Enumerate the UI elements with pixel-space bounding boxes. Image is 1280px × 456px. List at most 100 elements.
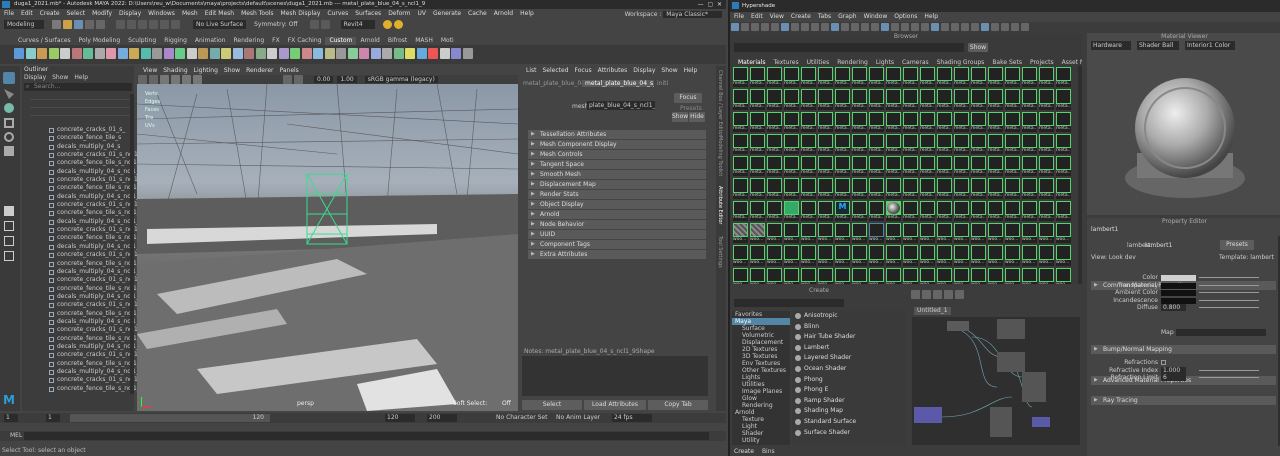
frame-icon[interactable] — [933, 289, 942, 299]
material-swatch[interactable]: meta... — [886, 111, 901, 132]
material-swatch[interactable]: meta... — [903, 89, 918, 110]
create-tree-item[interactable]: Utilities — [732, 381, 790, 388]
menu-mesh-tools[interactable]: Mesh Tools — [241, 10, 273, 17]
color-swatch[interactable] — [1161, 297, 1196, 304]
hypershade-tool-0-icon[interactable] — [731, 23, 739, 31]
material-swatch[interactable]: woo... — [886, 267, 901, 284]
shelf-tab-10[interactable]: Bifrost — [384, 37, 411, 45]
material-swatch[interactable]: woo... — [852, 223, 867, 244]
hypershade-tool-28-icon[interactable] — [1011, 23, 1019, 31]
shader-node-item[interactable]: Surface Shader — [792, 428, 906, 439]
shader-node-item[interactable]: Phong E — [792, 385, 906, 396]
shelf-tool-3-icon[interactable] — [48, 48, 59, 59]
shader-node-item[interactable]: Hair Tube Shader — [792, 332, 906, 343]
menu-deform[interactable]: Deform — [388, 10, 410, 17]
ae-menu-list[interactable]: List — [526, 66, 537, 75]
shadows-icon[interactable] — [193, 75, 202, 84]
browser-show-button[interactable]: Show — [968, 43, 988, 52]
hypershade-tool-12-icon[interactable] — [851, 23, 859, 31]
browser-scrollbar[interactable] — [1078, 66, 1082, 284]
material-swatch[interactable]: meta... — [750, 156, 765, 177]
material-swatch[interactable]: meta... — [886, 67, 901, 88]
material-swatch[interactable]: meta... — [988, 200, 1003, 222]
shader-node-item[interactable]: Shading Map — [792, 406, 906, 417]
shelf-tab-11[interactable]: MASH — [411, 37, 437, 45]
material-swatch[interactable]: meta... — [784, 133, 799, 155]
material-swatch[interactable]: meta... — [954, 111, 969, 132]
snap-grid-icon[interactable] — [149, 20, 158, 29]
prop-presets-button[interactable]: Presets — [1220, 240, 1254, 250]
material-swatch[interactable]: woo... — [903, 267, 918, 284]
anim-layer-dropdown[interactable]: No Anim Layer — [556, 414, 600, 422]
shelf-tool-0-icon[interactable] — [14, 48, 24, 59]
material-swatch[interactable]: meta... — [869, 111, 884, 132]
material-swatch[interactable]: woo... — [818, 223, 833, 244]
list-item[interactable]: decals_multiply_04_s_ncl1_3 — [22, 218, 143, 226]
create-tree-item[interactable]: Maya — [732, 318, 790, 325]
menu-generate[interactable]: Generate — [433, 10, 461, 17]
ae-section[interactable]: Arnold — [528, 210, 706, 219]
layout-icon[interactable] — [922, 289, 931, 299]
create-tree-item[interactable]: Env Textures — [732, 360, 790, 367]
material-swatch[interactable]: meta... — [1056, 200, 1071, 222]
list-item[interactable]: concrete_fence_tile_s — [22, 134, 134, 142]
viewport-menu-show[interactable]: Show — [224, 66, 240, 75]
material-swatch[interactable]: meta... — [1022, 67, 1037, 88]
tab-create[interactable]: Create — [730, 447, 758, 456]
material-swatch[interactable]: meta... — [750, 67, 765, 88]
material-swatch[interactable]: meta... — [988, 111, 1003, 132]
list-item[interactable]: concrete_cracks_01_s_ncl1_1 — [22, 151, 145, 159]
shelf-tool-33-icon[interactable] — [393, 48, 404, 59]
material-swatch[interactable]: woo... — [988, 245, 1003, 266]
wireframe-icon[interactable] — [149, 75, 158, 84]
material-swatch[interactable]: meta... — [818, 178, 833, 199]
material-swatch[interactable]: meta... — [818, 111, 833, 132]
material-swatch[interactable]: meta... — [869, 156, 884, 177]
shelf-tool-1-icon[interactable] — [25, 48, 36, 59]
list-item[interactable]: concrete_cracks_01_s_ncl1_3 — [22, 201, 145, 209]
material-swatch[interactable]: meta... — [852, 89, 867, 110]
render-icon[interactable] — [309, 20, 319, 29]
shelf-tool-20-icon[interactable] — [244, 48, 254, 59]
hypershade-tool-8-icon[interactable] — [811, 23, 819, 31]
shelf-tool-17-icon[interactable] — [209, 48, 220, 59]
rotate-tool-icon[interactable] — [4, 132, 14, 142]
shelf-tool-12-icon[interactable] — [152, 48, 162, 59]
material-swatch[interactable]: meta... — [784, 178, 799, 199]
hypershade-tool-20-icon[interactable] — [931, 23, 939, 31]
material-swatch[interactable]: meta... — [954, 67, 969, 88]
material-swatch[interactable]: meta... — [1056, 111, 1071, 132]
viewport-menu-renderer[interactable]: Renderer — [246, 66, 273, 75]
presets-button[interactable]: Presets — [680, 105, 702, 112]
material-swatch[interactable]: meta... — [835, 67, 850, 88]
hyp-menu-tabs[interactable]: Tabs — [818, 13, 831, 20]
list-item[interactable]: concrete_cracks_01_s_ — [22, 126, 134, 134]
material-swatch[interactable]: woo... — [903, 245, 918, 266]
material-swatch[interactable]: meta... — [988, 156, 1003, 177]
shelf-tool-9-icon[interactable] — [117, 48, 128, 59]
graph-icon[interactable] — [911, 289, 920, 299]
material-swatch[interactable]: woo... — [784, 223, 799, 244]
map-field[interactable] — [1176, 329, 1266, 336]
hypershade-tool-22-icon[interactable] — [951, 23, 959, 31]
material-swatch[interactable]: meta... — [1039, 178, 1054, 199]
material-swatch[interactable]: woo... — [954, 245, 969, 266]
hyp-menu-window[interactable]: Window — [864, 13, 888, 20]
ray-tracing-slider[interactable] — [1199, 369, 1259, 371]
hypershade-tool-23-icon[interactable] — [961, 23, 969, 31]
viewport-menu-shading[interactable]: Shading — [163, 66, 187, 75]
material-swatch[interactable]: meta... — [835, 156, 850, 177]
menu-arnold[interactable]: Arnold — [494, 10, 513, 17]
material-swatch[interactable]: meta... — [954, 178, 969, 199]
material-swatch[interactable]: Mmeta... — [835, 200, 850, 222]
workspace-value[interactable]: Maya Classic* — [663, 11, 722, 18]
create-tree-item[interactable]: Surface — [732, 325, 790, 332]
material-swatch[interactable]: meta... — [750, 178, 765, 199]
max-frame-field[interactable]: 200 — [427, 414, 457, 422]
snap-point-icon[interactable] — [171, 20, 180, 29]
four-view-icon[interactable] — [4, 221, 14, 231]
select-tool-icon[interactable] — [3, 72, 15, 84]
bump-mapping-section[interactable]: Bump/Normal Mapping — [1091, 345, 1276, 354]
material-swatch[interactable]: woo... — [835, 223, 850, 244]
menu-curves[interactable]: Curves — [327, 10, 348, 17]
